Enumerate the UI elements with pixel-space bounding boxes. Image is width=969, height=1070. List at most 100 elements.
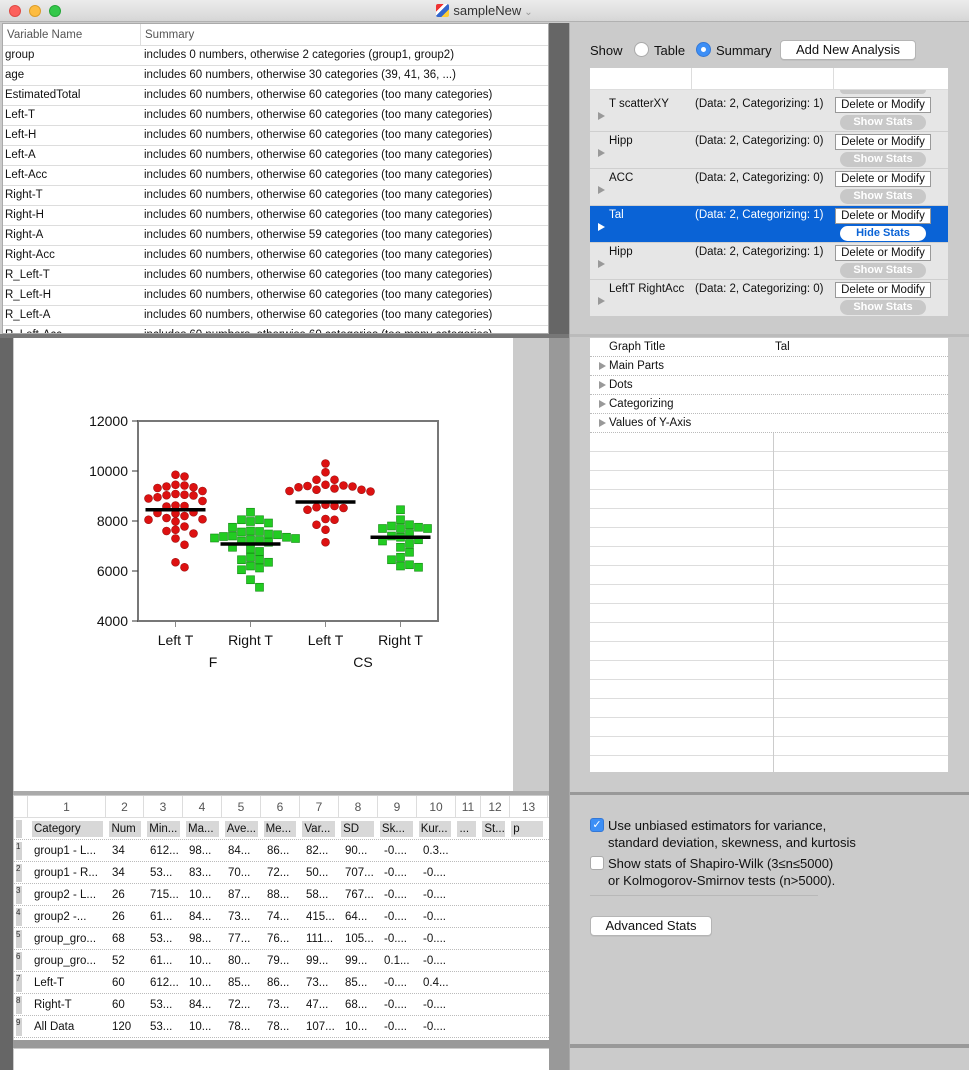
column-number[interactable]: 9 [378,796,417,817]
stats-column-header[interactable]: Me... [263,820,297,837]
column-number[interactable]: 5 [222,796,261,817]
normality-checkbox[interactable] [590,856,604,870]
delete-or-modify-button[interactable]: Delete or Modify [835,97,931,113]
chevron-down-icon[interactable]: ⌄ [524,7,532,18]
column-number[interactable]: 3 [144,796,183,817]
radio-summary[interactable] [696,42,711,57]
stats-row[interactable]: 2 group1 - R... 34 53... 83... 70... 72... 50..… [14,862,549,884]
disclosure-triangle-icon[interactable] [599,381,606,389]
disclosure-triangle-icon[interactable] [599,419,606,427]
chart-stats-divider[interactable] [13,791,549,795]
variable-row[interactable]: age includes 60 numbers, otherwise 30 cat… [3,66,548,86]
show-stats-button[interactable]: Show Stats [840,300,926,315]
stats-row[interactable]: 7 Left-T 60 612... 10... 85... 86... 73... 85...… [14,972,549,994]
settings-group[interactable]: Dots [590,376,948,395]
delete-or-modify-button[interactable]: Delete or Modify [835,208,931,224]
add-new-analysis-button[interactable]: Add New Analysis [780,40,916,60]
stats-column-header[interactable]: p [511,820,543,837]
radio-summary-label[interactable]: Summary [716,43,772,58]
stats-row[interactable]: 5 group_gro... 68 53... 98... 77... 76... 111..… [14,928,549,950]
variable-table-scrollbar[interactable] [549,23,569,335]
column-number[interactable]: 11 [456,796,481,817]
analysis-row[interactable]: T scatterXY (Data: 2, Categorizing: 1) Del… [590,95,948,132]
column-number[interactable]: 2 [106,796,144,817]
variable-row[interactable]: Left-A includes 60 numbers, otherwise 60 … [3,146,548,166]
bottom-input-field[interactable] [14,1049,549,1070]
delete-or-modify-button[interactable]: Delete or Modify [835,282,931,298]
show-stats-button[interactable]: Show Stats [840,115,926,130]
right-divider-bottom[interactable] [570,1044,969,1048]
stats-column-header[interactable]: Sk... [379,820,413,837]
delete-or-modify-button[interactable]: Delete or Modify [835,134,931,150]
column-header-variable-name[interactable]: Variable Name [3,24,141,45]
hide-stats-button[interactable]: Hide Stats [840,226,926,241]
stats-row[interactable]: 3 group2 - L... 26 715... 10... 87... 88... 58.… [14,884,549,906]
column-number[interactable]: 13 [510,796,548,817]
disclosure-triangle-icon[interactable] [599,400,606,408]
variable-row[interactable]: Left-T includes 60 numbers, otherwise 60 … [3,106,548,126]
variable-row[interactable]: EstimatedTotal includes 60 numbers, other… [3,86,548,106]
disclosure-triangle-icon[interactable] [599,362,606,370]
radio-table[interactable] [634,42,649,57]
stats-row[interactable]: 1 group1 - L... 34 612... 98... 84... 86... 82.… [14,840,549,862]
column-number[interactable]: 4 [183,796,222,817]
column-number[interactable]: 6 [261,796,300,817]
chart-scrollbar[interactable] [549,338,569,1070]
variable-row[interactable]: Right-T includes 60 numbers, otherwise 60… [3,186,548,206]
normality-label[interactable]: Show stats of Shapiro-Wilk (3≤n≤5000) or… [608,855,835,889]
column-header-summary[interactable]: Summary [141,24,198,45]
show-stats-button[interactable]: Show Stats [840,263,926,278]
settings-group[interactable]: Values of Y-Axis [590,414,948,433]
stats-row[interactable]: 6 group_gro... 52 61... 10... 80... 79... 99...… [14,950,549,972]
column-number[interactable]: 7 [300,796,339,817]
stats-column-header[interactable]: Kur... [418,820,452,837]
variable-row[interactable]: Left-H includes 60 numbers, otherwise 60 … [3,126,548,146]
disclosure-triangle-icon[interactable] [598,297,605,305]
unbiased-checkbox[interactable]: ✓ [590,818,604,832]
settings-group[interactable]: Main Parts [590,357,948,376]
disclosure-triangle-icon[interactable] [598,186,605,194]
left-scrollbar[interactable] [0,338,13,1070]
stats-column-header[interactable]: Num [109,820,142,837]
disclosure-triangle-icon[interactable] [598,112,605,120]
stats-column-header[interactable]: St... [482,820,506,837]
stats-row[interactable]: 8 Right-T 60 53... 84... 72... 73... 47... 68...… [14,994,549,1016]
stats-column-header[interactable]: SD [341,820,374,837]
variable-row[interactable]: Left-Acc includes 60 numbers, otherwise 6… [3,166,548,186]
analysis-row[interactable]: Hipp (Data: 2, Categorizing: 0) Delete or … [590,132,948,169]
variable-row[interactable]: Right-Acc includes 60 numbers, otherwise … [3,246,548,266]
unbiased-label[interactable]: Use unbiased estimators for variance, st… [608,817,856,851]
delete-or-modify-button[interactable]: Delete or Modify [835,245,931,261]
analysis-row[interactable]: Hipp (Data: 2, Categorizing: 1) Delete or … [590,243,948,280]
stats-column-header[interactable]: Min... [147,820,181,837]
variable-row[interactable]: R_Left-H includes 60 numbers, otherwise 6… [3,286,548,306]
analysis-row[interactable]: Tal (Data: 2, Categorizing: 1) Delete or M… [590,206,948,243]
variable-row[interactable]: R_Left-T includes 60 numbers, otherwise 6… [3,266,548,286]
variable-row[interactable]: Right-A includes 60 numbers, otherwise 59… [3,226,548,246]
delete-or-modify-button[interactable]: Delete or Modify [835,171,931,187]
variable-row[interactable]: Right-H includes 60 numbers, otherwise 60… [3,206,548,226]
advanced-stats-button[interactable]: Advanced Stats [590,916,712,936]
right-divider-middle[interactable] [570,792,969,795]
analysis-row[interactable]: ACC (Data: 2, Categorizing: 0) Delete or M… [590,169,948,206]
stats-column-header[interactable]: Category [31,820,104,837]
stats-column-header[interactable]: Var... [302,820,336,837]
settings-group[interactable]: Categorizing [590,395,948,414]
stats-column-header[interactable]: Ma... [186,820,219,837]
show-stats-button[interactable]: Show Stats [840,189,926,204]
column-number[interactable]: 10 [417,796,456,817]
graph-title-value[interactable]: Tal [775,341,790,353]
disclosure-triangle-icon[interactable] [598,260,605,268]
stats-column-header[interactable]: Ave... [224,820,258,837]
stats-row[interactable]: 9 All Data 120 53... 10... 78... 78... 107... 10… [14,1016,549,1038]
disclosure-triangle-icon[interactable] [598,149,605,157]
graph-title-row[interactable]: Graph Title Tal [590,338,948,357]
analysis-row[interactable]: LeftT RightAcc (Data: 2, Categorizing: 0)… [590,280,948,316]
stats-column-header[interactable]: ... [457,820,477,837]
column-number[interactable]: 12 [481,796,510,817]
variable-row[interactable]: group includes 0 numbers, otherwise 2 cat… [3,46,548,66]
disclosure-triangle-icon[interactable] [598,223,605,231]
show-stats-button[interactable]: Show Stats [840,152,926,167]
column-number[interactable]: 8 [339,796,378,817]
variable-row[interactable]: R_Left-Accincludes 60 numbers, otherwise… [3,326,548,333]
